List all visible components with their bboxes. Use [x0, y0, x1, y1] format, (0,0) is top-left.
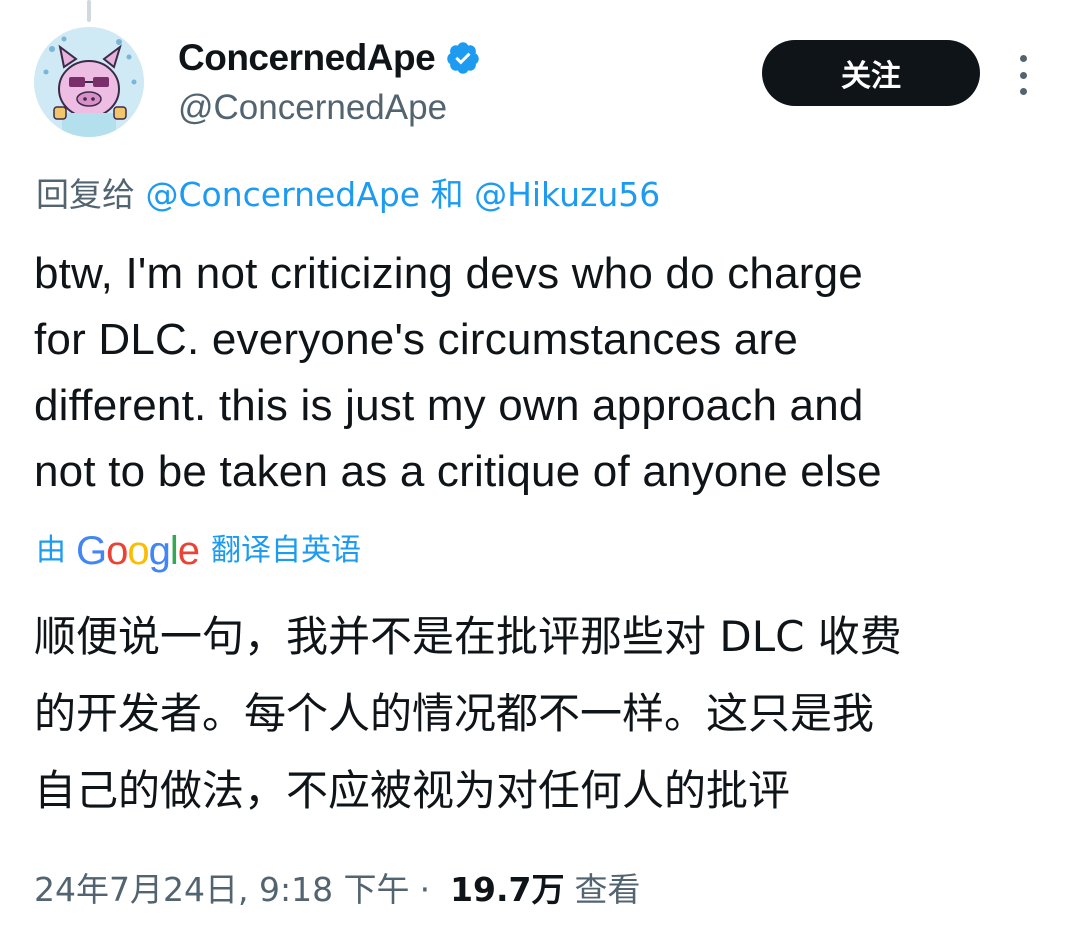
translated-by-google-link[interactable]: 由 Google 翻译自英语: [36, 525, 361, 577]
avatar-pig-image: [34, 27, 144, 137]
replying-to-label: 回复给: [36, 175, 135, 214]
avatar[interactable]: [34, 27, 144, 137]
tweet-meta: 24年7月24日, 9:18 下午 · 19.7万 查看: [34, 862, 640, 918]
translated-from-label: 翻译自英语: [211, 533, 362, 568]
thread-connector-line: [87, 0, 91, 22]
more-dot: [1019, 71, 1027, 79]
author-display-name[interactable]: ConcernedApe: [178, 36, 481, 80]
tweet-text: btw, I'm not criticizing devs who do cha…: [34, 249, 882, 496]
translated-tweet-text: 顺便说一句，我并不是在批评那些对 DLC 收费 的开发者。每个人的情况都不一样。…: [34, 612, 902, 815]
replying-to-conjunction[interactable]: 和: [431, 175, 464, 214]
more-dot: [1019, 88, 1027, 95]
replying-to-line: 回复给 @ConcernedApe 和 @Hikuzu56: [36, 170, 660, 220]
more-dot: [1019, 55, 1027, 62]
mention-link-hikuzu56[interactable]: @Hikuzu56: [474, 175, 660, 214]
google-logo-icon: Google: [76, 529, 200, 573]
author-name-text: ConcernedApe: [178, 37, 436, 78]
translated-by-label: 由: [36, 533, 66, 568]
meta-separator: ·: [419, 870, 431, 909]
more-vertical-icon[interactable]: [1010, 55, 1036, 95]
tweet-timestamp[interactable]: 24年7月24日, 9:18 下午: [34, 862, 410, 918]
author-handle[interactable]: @ConcernedApe: [178, 86, 447, 130]
verified-badge-icon: [447, 42, 479, 74]
mention-link-concernedape[interactable]: @ConcernedApe: [146, 175, 421, 214]
views-label: 查看: [574, 870, 641, 909]
follow-button[interactable]: 关注: [762, 40, 980, 106]
tweet-detail: ConcernedApe @ConcernedApe 关注 回复给 @Conce…: [0, 0, 1080, 945]
views-count: 19.7万: [450, 870, 565, 909]
